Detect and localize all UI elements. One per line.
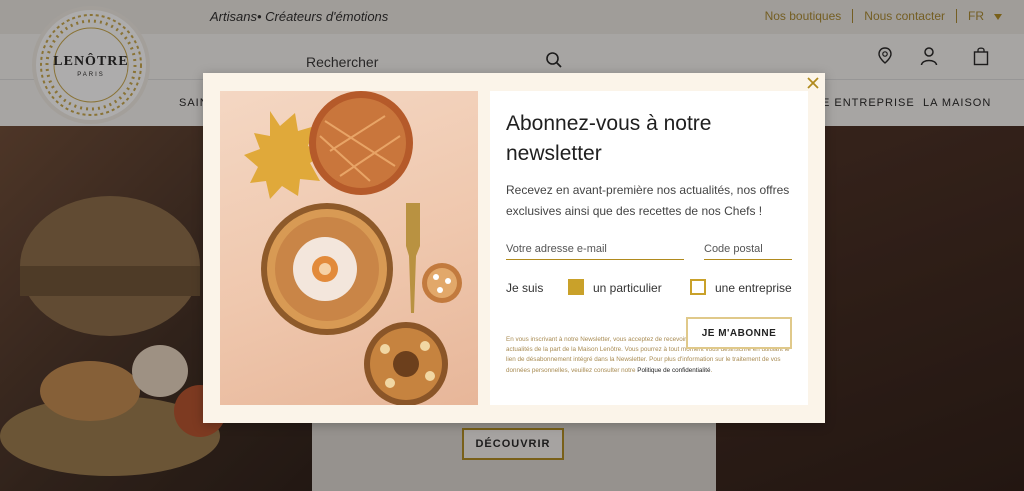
postal-code-field[interactable] [704,236,792,260]
checkbox-entreprise-label[interactable]: une entreprise [715,281,792,295]
close-icon[interactable] [805,75,821,91]
email-field[interactable] [506,236,684,260]
newsletter-image [220,91,478,405]
checkbox-particulier-label[interactable]: un particulier [593,281,662,295]
checkbox-entreprise[interactable] [690,279,706,295]
checkbox-particulier[interactable] [568,279,584,295]
newsletter-modal: Abonnez-vous à notre newsletter Recevez … [203,73,825,423]
newsletter-form-panel: Abonnez-vous à notre newsletter Recevez … [490,91,808,405]
legal-end: . [710,366,713,374]
pastries-illustration [244,91,462,405]
privacy-policy-link[interactable]: Politique de confidentialité [637,367,710,374]
je-suis-label: Je suis [506,281,544,295]
subscribe-button[interactable]: JE M'ABONNE [686,317,792,349]
modal-title: Abonnez-vous à notre newsletter [506,112,712,165]
modal-description: Recevez en avant-première nos actualités… [506,183,790,218]
